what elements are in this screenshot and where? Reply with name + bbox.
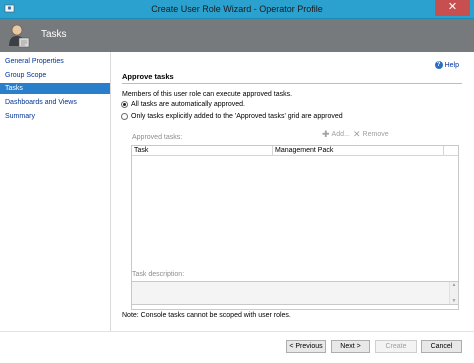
- vertical-scrollbar[interactable]: ▲ ▼: [449, 282, 458, 304]
- page-header: Tasks: [0, 19, 474, 52]
- add-button[interactable]: ✚ Add...: [322, 129, 350, 140]
- nav-item-dashboards-and-views[interactable]: Dashboards and Views: [0, 97, 110, 108]
- main-panel: ? Help Approve tasks Members of this user…: [112, 52, 474, 363]
- approved-tasks-label: Approved tasks:: [132, 134, 183, 141]
- scope-note: Note: Console tasks cannot be scoped wit…: [122, 312, 291, 319]
- remove-icon: ✕: [353, 129, 361, 139]
- radio-button-selected[interactable]: [121, 101, 128, 108]
- option-all-tasks[interactable]: All tasks are automatically approved.: [121, 100, 245, 109]
- create-button[interactable]: Create: [375, 340, 417, 353]
- section-description: Members of this user role can execute ap…: [122, 91, 293, 98]
- wizard-footer: < Previous Next > Create Cancel: [0, 331, 474, 363]
- grid-header: Task Management Pack: [132, 146, 458, 156]
- wizard-steps-nav: General Properties Group Scope Tasks Das…: [0, 52, 111, 363]
- task-description-box: ▲ ▼: [131, 281, 459, 305]
- user-role-icon: [9, 24, 30, 48]
- scroll-down-icon[interactable]: ▼: [450, 298, 458, 304]
- close-icon: ✕: [447, 1, 458, 13]
- option-explicit-tasks-label: Only tasks explicitly added to the 'Appr…: [131, 113, 343, 120]
- page-title: Tasks: [41, 29, 67, 40]
- help-label: Help: [444, 61, 459, 69]
- radio-button[interactable]: [121, 113, 128, 120]
- section-title: Approve tasks: [122, 72, 174, 81]
- scroll-up-icon[interactable]: ▲: [450, 282, 458, 288]
- cancel-button[interactable]: Cancel: [421, 340, 462, 353]
- column-divider[interactable]: [443, 146, 444, 156]
- help-icon: ?: [434, 61, 443, 69]
- nav-item-general-properties[interactable]: General Properties: [0, 56, 110, 67]
- add-label: Add...: [331, 131, 350, 138]
- option-explicit-tasks[interactable]: Only tasks explicitly added to the 'Appr…: [121, 112, 343, 121]
- option-all-tasks-label: All tasks are automatically approved.: [131, 101, 245, 108]
- previous-button[interactable]: < Previous: [286, 340, 326, 353]
- window-title: Create User Role Wizard - Operator Profi…: [151, 4, 323, 14]
- nav-item-group-scope[interactable]: Group Scope: [0, 70, 110, 81]
- next-button[interactable]: Next >: [331, 340, 370, 353]
- close-button[interactable]: ✕: [435, 0, 470, 16]
- task-description-label: Task description:: [132, 271, 185, 278]
- help-link[interactable]: ? Help: [434, 61, 459, 69]
- nav-item-tasks[interactable]: Tasks: [0, 83, 110, 94]
- nav-item-summary[interactable]: Summary: [0, 111, 110, 122]
- add-icon: ✚: [322, 129, 330, 139]
- remove-label: Remove: [362, 131, 389, 138]
- section-divider: [122, 83, 462, 84]
- column-header-task[interactable]: Task: [132, 146, 272, 156]
- column-header-management-pack[interactable]: Management Pack: [273, 146, 443, 156]
- remove-button[interactable]: ✕ Remove: [353, 129, 389, 140]
- title-bar: Create User Role Wizard - Operator Profi…: [0, 0, 474, 19]
